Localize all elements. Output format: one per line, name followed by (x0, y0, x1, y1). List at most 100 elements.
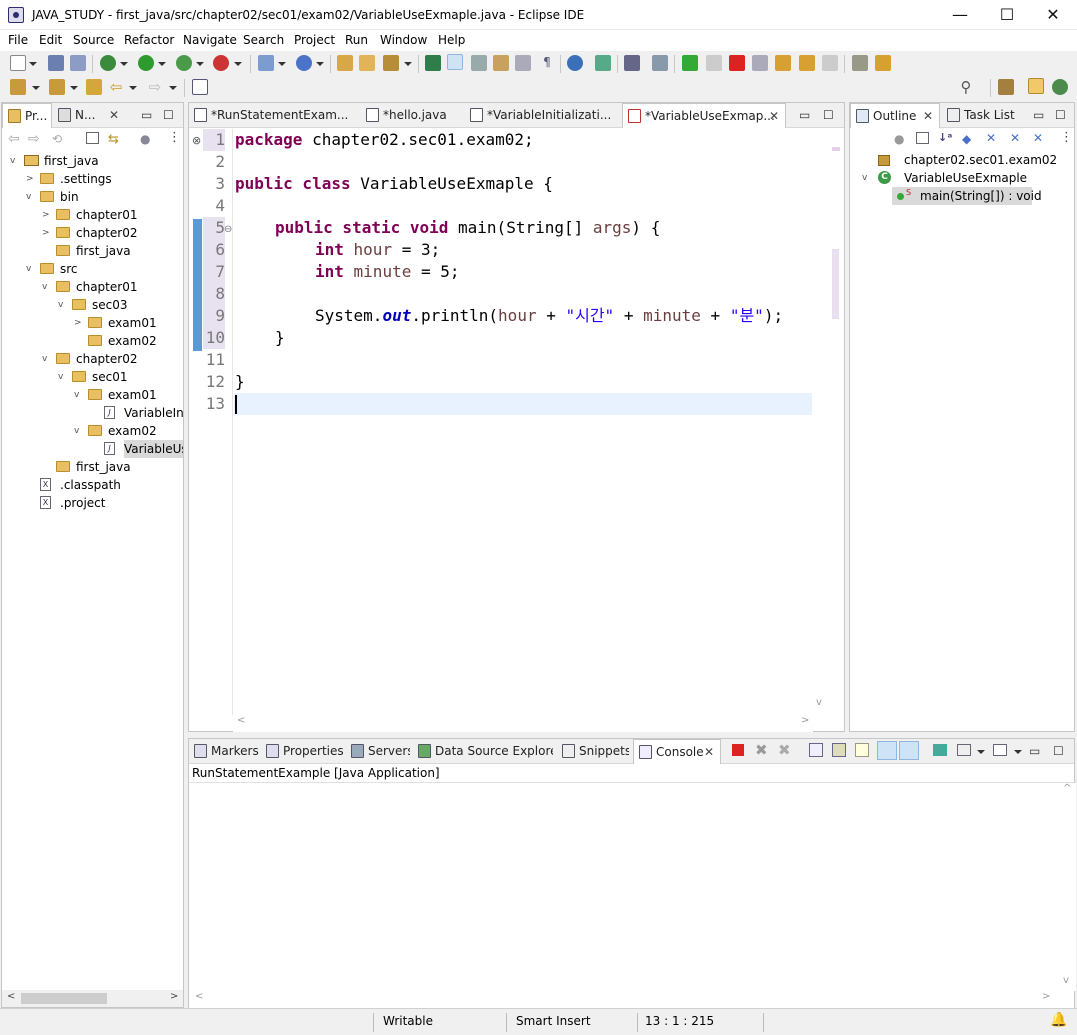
horizontal-scrollbar[interactable]: < > (2, 990, 183, 1007)
editor-horizontal-scrollbar[interactable]: < > (233, 715, 813, 732)
scroll-lock-icon[interactable] (832, 743, 846, 757)
open-console-icon[interactable] (993, 744, 1007, 756)
tab-data-source-explorer[interactable]: Data Source Explorer (413, 739, 553, 764)
search-toolbar-icon[interactable]: ⚲ (958, 79, 974, 95)
menu-run[interactable]: Run (345, 33, 368, 47)
menu-navigate[interactable]: Navigate (183, 33, 237, 47)
forward-icon[interactable]: ⇨ (147, 79, 163, 95)
close-tab-icon[interactable]: ✕ (704, 740, 714, 764)
expand-twisty-icon[interactable]: > (26, 170, 36, 188)
tree-item[interactable]: > .settings (2, 170, 183, 188)
step-over-icon[interactable] (799, 55, 815, 71)
open-resource-icon[interactable] (359, 55, 375, 71)
tree-item[interactable]: > chapter02 (2, 224, 183, 242)
collapse-twisty-icon[interactable]: v (42, 350, 52, 368)
collapse-twisty-icon[interactable]: v (26, 260, 36, 278)
back-icon[interactable]: ⇦ (8, 131, 20, 147)
collapse-twisty-icon[interactable]: v (74, 422, 84, 440)
show-on-stderr-icon[interactable] (899, 741, 919, 760)
suspend-icon[interactable] (706, 55, 722, 71)
console-icon[interactable] (624, 55, 640, 71)
hide-non-public-icon[interactable]: ✕ (1010, 131, 1020, 145)
tree-item[interactable]: v chapter01 (2, 278, 183, 296)
toggle-mark-icon[interactable] (425, 55, 441, 71)
tree-item[interactable]: > chapter01 (2, 206, 183, 224)
tree-item[interactable]: v sec01 (2, 368, 183, 386)
close-tab-icon[interactable]: ✕ (109, 103, 119, 128)
show-on-stdout-icon[interactable] (877, 741, 897, 760)
link-with-editor-icon[interactable]: ⇆ (108, 132, 119, 147)
minimize-view-icon[interactable]: ▭ (1029, 744, 1040, 758)
external-tools-icon[interactable] (213, 55, 229, 71)
save-all-icon[interactable] (70, 55, 86, 71)
terminate-icon[interactable] (729, 55, 745, 71)
fold-icon[interactable]: ⊖ (224, 224, 232, 235)
previous-annotation-icon[interactable] (49, 79, 65, 95)
tree-item[interactable]: v sec03 (2, 296, 183, 314)
tab-variable-use-exmaple[interactable]: *VariableUseExmap... ✕ (622, 103, 786, 128)
web-browser-icon[interactable] (567, 55, 583, 71)
sort-icon[interactable]: ↓ᵃ (938, 131, 952, 144)
hide-static-icon[interactable]: ✕ (986, 131, 996, 145)
tab-servers[interactable]: Servers (346, 739, 410, 764)
new-icon[interactable] (10, 55, 26, 71)
coverage-icon[interactable] (176, 55, 192, 71)
expand-twisty-icon[interactable]: > (42, 206, 52, 224)
console-output[interactable] (189, 783, 1059, 991)
filters-icon[interactable]: ● (894, 132, 904, 146)
expand-twisty-icon[interactable]: > (74, 314, 84, 332)
tab-hello-java[interactable]: *hello.java (361, 103, 463, 128)
menu-help[interactable]: Help (438, 33, 465, 47)
use-step-filters-icon[interactable] (852, 55, 868, 71)
open-type-icon[interactable] (337, 55, 353, 71)
maximize-editor-icon[interactable]: ☐ (823, 108, 834, 122)
hide-local-types-icon[interactable]: ✕ (1033, 131, 1043, 145)
notification-bell-icon[interactable]: 🔔 (1050, 1012, 1067, 1028)
word-wrap-icon[interactable] (855, 743, 869, 757)
tab-markers[interactable]: Markers (189, 739, 259, 764)
tree-item[interactable]: X .project (2, 494, 183, 512)
console-vertical-scrollbar[interactable]: ^ v (1059, 783, 1076, 991)
clear-console-icon[interactable] (809, 743, 823, 757)
whitespace-icon[interactable]: ¶ (539, 55, 555, 71)
menu-project[interactable]: Project (294, 33, 335, 47)
collapse-twisty-icon[interactable]: v (10, 152, 20, 170)
collapse-all-icon[interactable] (86, 132, 99, 144)
tab-package-explorer[interactable]: Pr... (2, 103, 52, 128)
tree-item[interactable]: exam02 (2, 332, 183, 350)
close-tab-icon[interactable]: ✕ (769, 104, 779, 128)
maximize-view-icon[interactable]: ☐ (1055, 108, 1066, 122)
expand-twisty[interactable]: v (862, 169, 867, 187)
tab-variable-initialization[interactable]: *VariableInitializati... (465, 103, 620, 128)
remove-launch-icon[interactable]: ✖ (755, 741, 768, 759)
tree-item[interactable]: > exam01 (2, 314, 183, 332)
remove-all-launches-icon[interactable]: ✖ (778, 741, 791, 759)
tab-navigator[interactable]: N... ✕ (53, 103, 125, 128)
collapse-twisty-icon[interactable]: v (58, 368, 68, 386)
menu-window[interactable]: Window (380, 33, 427, 47)
menu-search[interactable]: Search (243, 33, 284, 47)
code-editor[interactable]: ⊗ 1 2 3 4 5 6 7 8 9 10 11 12 13 ⊖ package chapter02.… (189, 129, 844, 715)
view-menu-icon[interactable]: ⋮ (1060, 130, 1073, 145)
console-horizontal-scrollbar[interactable]: < > (189, 991, 1074, 1008)
pin-editor-icon[interactable] (192, 79, 208, 95)
minimize-view-icon[interactable]: ▭ (1033, 108, 1044, 122)
menu-source[interactable]: Source (73, 33, 114, 47)
next-annotation-icon[interactable] (10, 79, 26, 95)
server-icon[interactable] (595, 55, 611, 71)
java-perspective-icon[interactable] (1028, 78, 1044, 94)
menu-file[interactable]: File (8, 33, 28, 47)
maximize-view-icon[interactable]: ☐ (163, 108, 174, 122)
menu-edit[interactable]: Edit (39, 33, 62, 47)
tab-properties[interactable]: Properties (261, 739, 343, 764)
collapse-twisty-icon[interactable]: v (42, 278, 52, 296)
collapse-twisty-icon[interactable]: v (74, 386, 84, 404)
close-window-button[interactable]: ✕ (1030, 0, 1076, 30)
minimize-button[interactable]: — (937, 0, 983, 30)
new-class-icon[interactable] (296, 55, 312, 71)
step-into-icon[interactable] (775, 55, 791, 71)
close-tab-icon[interactable]: ✕ (923, 104, 933, 128)
pin-icon[interactable] (652, 55, 668, 71)
tree-item[interactable]: v chapter02 (2, 350, 183, 368)
save-icon[interactable] (48, 55, 64, 71)
